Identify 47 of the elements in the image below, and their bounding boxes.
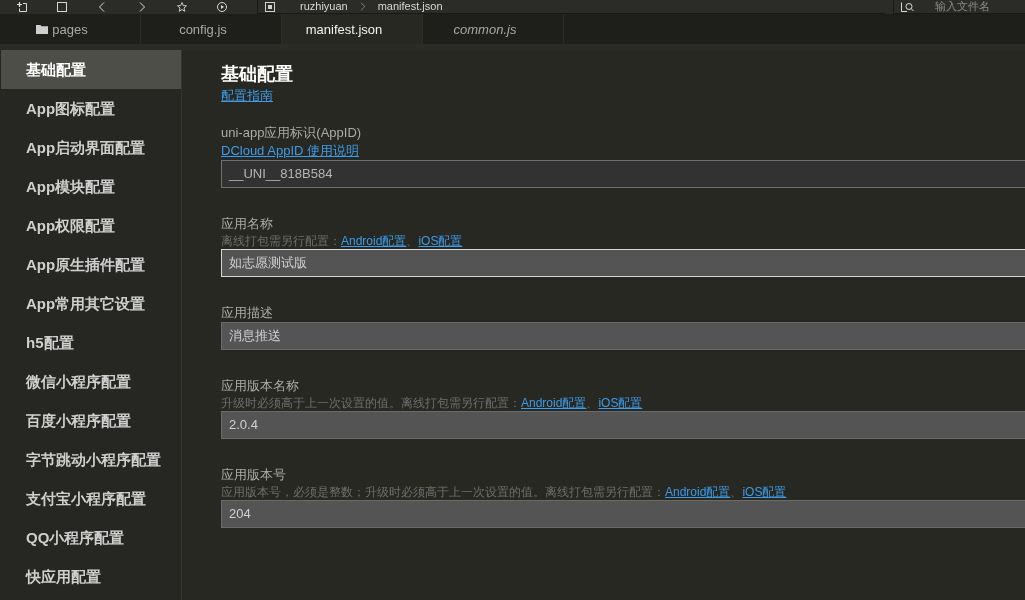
breadcrumb-item[interactable]: manifest.json <box>377 0 443 13</box>
folder-icon <box>36 24 49 34</box>
editor-tab[interactable]: common.js <box>423 14 564 44</box>
config-link[interactable]: Android配置 <box>521 396 587 410</box>
text-field[interactable]: 如志愿测试版 <box>221 249 1025 277</box>
square-icon[interactable] <box>57 2 67 12</box>
config-link[interactable]: Android配置 <box>341 234 407 248</box>
config-link[interactable]: iOS配置 <box>418 234 463 248</box>
sidebar-item[interactable]: 微信小程序配置 <box>1 362 181 401</box>
star-icon[interactable] <box>177 2 187 12</box>
sidebar-item[interactable]: QQ小程序配置 <box>1 518 181 557</box>
config-link[interactable]: iOS配置 <box>742 485 787 499</box>
guide-link[interactable]: 配置指南 <box>221 87 273 105</box>
chevron-icon <box>359 2 366 11</box>
field-label: 应用描述 <box>221 304 273 322</box>
sidebar-item[interactable]: App原生插件配置 <box>1 245 181 284</box>
editor-tab[interactable]: manifest.json <box>282 14 423 44</box>
sidebar-item[interactable]: 字节跳动小程序配置 <box>1 440 181 479</box>
forward-icon[interactable] <box>137 2 147 12</box>
field-label: uni-app应用标识(AppID) <box>221 124 362 142</box>
sidebar-item[interactable]: 支付宝小程序配置 <box>1 479 181 518</box>
text-field[interactable]: 204 <box>221 500 1025 528</box>
back-icon[interactable] <box>97 2 107 12</box>
sidebar-item[interactable]: App权限配置 <box>1 206 181 245</box>
sidebar-item[interactable]: 快应用配置 <box>1 557 181 596</box>
sidebar-item[interactable]: 基础配置 <box>1 50 181 89</box>
search-icon <box>901 1 915 12</box>
text-field[interactable]: 消息推送 <box>221 322 1025 350</box>
sidebar-item[interactable]: h5配置 <box>1 323 181 362</box>
sidebar-item[interactable]: App模块配置 <box>1 167 181 206</box>
config-link[interactable]: iOS配置 <box>598 396 643 410</box>
field-hint: 离线打包需另行配置：Android配置、iOS配置 <box>221 233 463 249</box>
field-label: 应用版本名称 <box>221 377 299 395</box>
editor-tab[interactable]: pages <box>0 14 141 44</box>
field-label: 应用名称 <box>221 215 273 233</box>
sidebar-item[interactable]: App启动界面配置 <box>1 128 181 167</box>
text-field[interactable]: 2.0.4 <box>221 411 1025 439</box>
sidebar-item[interactable]: App图标配置 <box>1 89 181 128</box>
sidebar-item[interactable]: 百度小程序配置 <box>1 401 181 440</box>
project-icon <box>265 1 275 12</box>
field-label: 应用版本号 <box>221 466 286 484</box>
section-title: 基础配置 <box>221 63 294 86</box>
breadcrumb-item[interactable]: ruzhiyuan <box>300 0 348 13</box>
play-circle-icon[interactable] <box>217 2 227 12</box>
config-link[interactable]: Android配置 <box>665 485 731 499</box>
sidebar-item[interactable]: App常用其它设置 <box>1 284 181 323</box>
new-file-icon[interactable] <box>17 2 27 12</box>
